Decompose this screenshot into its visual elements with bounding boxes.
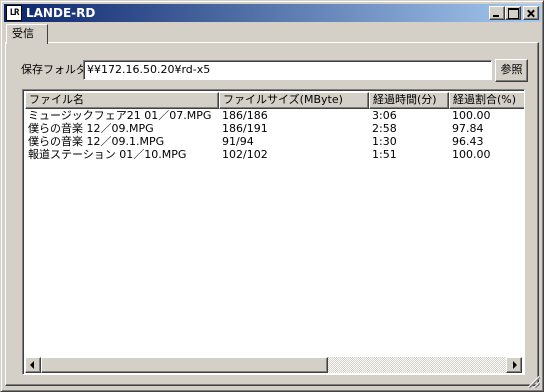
cell-filesize: 186/191: [222, 122, 268, 135]
window-title: LANDE-RD: [26, 6, 96, 20]
column-header-elapsed-ratio[interactable]: 経過割合(%): [449, 92, 524, 109]
cell-elapsed-ratio: 96.43: [452, 135, 484, 148]
cell-filesize: 186/186: [222, 109, 268, 122]
cell-filename: ミュージックフェア21 01／07.MPG: [28, 109, 212, 122]
cell-filesize: 91/94: [222, 135, 254, 148]
scroll-left-button[interactable]: [25, 357, 41, 373]
browse-button[interactable]: 参照: [495, 59, 528, 82]
title-bar[interactable]: LR LANDE-RD: [4, 4, 541, 22]
minimize-button[interactable]: [489, 6, 505, 20]
app-icon: LR: [6, 5, 22, 21]
table-row[interactable]: ミュージックフェア21 01／07.MPG 186/186 3:06 100.0…: [25, 109, 524, 122]
cell-elapsed-ratio: 100.00: [452, 109, 491, 122]
table-row[interactable]: 報道ステーション 01／10.MPG 102/102 1:51 100.00: [25, 148, 524, 161]
save-folder-input[interactable]: ¥¥172.16.50.20¥rd-x5: [83, 60, 492, 80]
file-list[interactable]: ファイル名 ファイルサイズ(MByte) 経過時間(分) 経過割合(%) ミュー…: [22, 89, 525, 375]
app-window: LR LANDE-RD 受信 保存フォルダ ¥¥172.16.50.20¥rd-…: [0, 0, 544, 392]
column-header-filename[interactable]: ファイル名: [25, 92, 219, 109]
cell-elapsed-time: 1:51: [372, 148, 397, 161]
scroll-thumb[interactable]: [41, 357, 328, 373]
close-button[interactable]: [523, 6, 539, 20]
cell-elapsed-ratio: 97.84: [452, 122, 484, 135]
table-row[interactable]: 僕らの音楽 12／09.1.MPG 91/94 1:30 96.43: [25, 135, 524, 148]
column-header-filesize[interactable]: ファイルサイズ(MByte): [219, 92, 369, 109]
save-folder-label: 保存フォルダ: [21, 63, 87, 76]
cell-filename: 僕らの音楽 12／09.1.MPG: [28, 135, 165, 148]
column-header-elapsed-time[interactable]: 経過時間(分): [369, 92, 449, 109]
cell-elapsed-ratio: 100.00: [452, 148, 491, 161]
cell-filesize: 102/102: [222, 148, 268, 161]
maximize-button[interactable]: [505, 6, 521, 20]
table-row[interactable]: 僕らの音楽 12／09.MPG 186/191 2:58 97.84: [25, 122, 524, 135]
cell-elapsed-time: 3:06: [372, 109, 397, 122]
tab-receive[interactable]: 受信: [6, 24, 48, 44]
cell-elapsed-time: 1:30: [372, 135, 397, 148]
list-header: ファイル名 ファイルサイズ(MByte) 経過時間(分) 経過割合(%): [25, 92, 524, 109]
horizontal-scrollbar[interactable]: [25, 357, 522, 373]
cell-elapsed-time: 2:58: [372, 122, 397, 135]
scroll-right-button[interactable]: [506, 357, 522, 373]
cell-filename: 報道ステーション 01／10.MPG: [28, 148, 187, 161]
cell-filename: 僕らの音楽 12／09.MPG: [28, 122, 154, 135]
resize-grip[interactable]: [528, 376, 540, 388]
